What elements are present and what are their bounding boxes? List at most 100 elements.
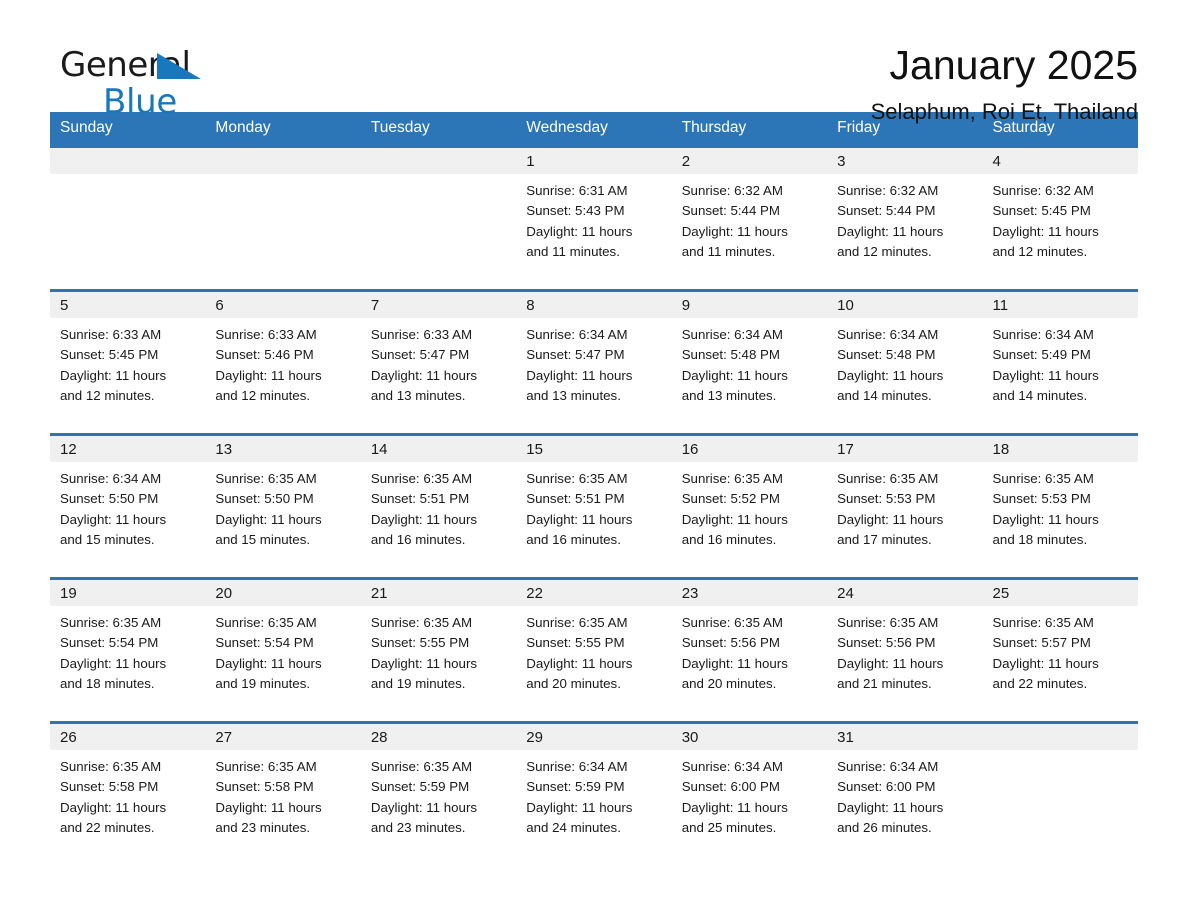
- daylight-duration-line1: Daylight: 11 hours: [526, 367, 633, 383]
- calendar-cell-day-6[interactable]: 6 Sunrise: 6:33 AM Sunset: 5:46 PM Daylight…: [205, 289, 361, 423]
- generalblue-logo[interactable]: General Blue: [60, 48, 201, 119]
- day-details: Sunrise: 6:34 AM Sunset: 5:50 PM Daylight:…: [50, 462, 205, 550]
- daylight-duration-line2: and 14 minutes.: [837, 387, 932, 403]
- day-number: 16: [671, 436, 828, 462]
- calendar-cell-day-15[interactable]: 15 Sunrise: 6:35 AM Sunset: 5:51 PM Dayligh…: [516, 433, 672, 567]
- day-cell: [50, 145, 206, 279]
- day-details: Sunrise: 6:35 AM Sunset: 5:56 PM Daylight:…: [827, 606, 982, 694]
- daylight-duration-line2: and 24 minutes.: [526, 819, 621, 835]
- daylight-duration-line1: Daylight: 11 hours: [215, 511, 322, 527]
- calendar-cell-day-22[interactable]: 22 Sunrise: 6:35 AM Sunset: 5:55 PM Dayligh…: [516, 577, 672, 711]
- daylight-duration-line1: Daylight: 11 hours: [215, 367, 322, 383]
- day-cell: 21 Sunrise: 6:35 AM Sunset: 5:55 PM Dayligh…: [360, 577, 517, 711]
- calendar-page: General Blue January 2025 Selaphum, Roi …: [0, 0, 1188, 918]
- calendar-cell-day-31[interactable]: 31 Sunrise: 6:34 AM Sunset: 6:00 PM Dayligh…: [827, 721, 983, 855]
- calendar-cell-day-8[interactable]: 8 Sunrise: 6:34 AM Sunset: 5:47 PM Daylight…: [516, 289, 672, 423]
- day-number: [50, 148, 206, 174]
- calendar-cell-day-13[interactable]: 13 Sunrise: 6:35 AM Sunset: 5:50 PM Dayligh…: [205, 433, 361, 567]
- sunset-time: Sunset: 5:58 PM: [215, 779, 314, 795]
- calendar-cell-day-26[interactable]: 26 Sunrise: 6:35 AM Sunset: 5:58 PM Dayligh…: [50, 721, 206, 855]
- sunrise-time: Sunrise: 6:35 AM: [370, 615, 473, 630]
- calendar-cell-day-21[interactable]: 21 Sunrise: 6:35 AM Sunset: 5:55 PM Dayligh…: [360, 577, 517, 711]
- calendar-cell-day-29[interactable]: 29 Sunrise: 6:34 AM Sunset: 5:59 PM Dayligh…: [516, 721, 672, 855]
- daylight-duration-line2: and 22 minutes.: [992, 675, 1088, 691]
- sunset-time: Sunset: 5:43 PM: [526, 203, 625, 219]
- day-details: Sunrise: 6:35 AM Sunset: 5:54 PM Daylight:…: [205, 606, 360, 694]
- calendar-cell-day-27[interactable]: 27 Sunrise: 6:35 AM Sunset: 5:58 PM Dayligh…: [205, 721, 361, 855]
- day-number: 7: [360, 292, 517, 318]
- daylight-duration-line1: Daylight: 11 hours: [992, 223, 1099, 239]
- daylight-duration-line1: Daylight: 11 hours: [526, 223, 633, 239]
- calendar-cell-day-5[interactable]: 5 Sunrise: 6:33 AM Sunset: 5:45 PM Daylight…: [50, 289, 206, 423]
- calendar-cell-day-2[interactable]: 2 Sunrise: 6:32 AM Sunset: 5:44 PM Daylight…: [671, 145, 828, 279]
- week-spacer: [50, 279, 1138, 289]
- calendar-cell-day-3[interactable]: 3 Sunrise: 6:32 AM Sunset: 5:44 PM Daylight…: [827, 145, 983, 279]
- sunset-time: Sunset: 5:56 PM: [837, 635, 936, 651]
- calendar-cell-day-25[interactable]: 25 Sunrise: 6:35 AM Sunset: 5:57 PM Dayligh…: [982, 577, 1138, 711]
- daylight-duration-line1: Daylight: 11 hours: [526, 655, 633, 671]
- calendar-cell-day-1[interactable]: 1 Sunrise: 6:31 AM Sunset: 5:43 PM Daylight…: [516, 145, 672, 279]
- calendar-cell-day-12[interactable]: 12 Sunrise: 6:34 AM Sunset: 5:50 PM Dayligh…: [50, 433, 206, 567]
- calendar-cell-day-14[interactable]: 14 Sunrise: 6:35 AM Sunset: 5:51 PM Dayligh…: [360, 433, 517, 567]
- calendar-cell-day-10[interactable]: 10 Sunrise: 6:34 AM Sunset: 5:48 PM Dayligh…: [827, 289, 983, 423]
- day-number: 24: [827, 580, 983, 606]
- daylight-duration-line1: Daylight: 11 hours: [837, 223, 944, 239]
- logo-text-general: General: [60, 48, 201, 84]
- sunset-time: Sunset: 5:59 PM: [526, 779, 625, 795]
- calendar-body: 1 Sunrise: 6:31 AM Sunset: 5:43 PM Daylight…: [50, 145, 1138, 855]
- sunset-time: Sunset: 5:49 PM: [992, 347, 1091, 363]
- day-number: [982, 724, 1138, 750]
- calendar-cell-day-9[interactable]: 9 Sunrise: 6:34 AM Sunset: 5:48 PM Daylight…: [671, 289, 828, 423]
- day-cell: [360, 145, 517, 279]
- day-details: Sunrise: 6:35 AM Sunset: 5:55 PM Daylight:…: [361, 606, 516, 694]
- calendar-cell-day-11[interactable]: 11 Sunrise: 6:34 AM Sunset: 5:49 PM Dayligh…: [982, 289, 1138, 423]
- day-number: [205, 148, 361, 174]
- daylight-duration-line2: and 21 minutes.: [837, 675, 932, 691]
- daylight-duration-line2: and 23 minutes.: [215, 819, 311, 835]
- day-number: 15: [516, 436, 672, 462]
- day-cell: 27 Sunrise: 6:35 AM Sunset: 5:58 PM Dayligh…: [205, 721, 361, 855]
- daylight-duration-line1: Daylight: 11 hours: [837, 367, 944, 383]
- day-cell: 7 Sunrise: 6:33 AM Sunset: 5:47 PM Daylight…: [360, 289, 517, 423]
- daylight-duration-line2: and 12 minutes.: [60, 387, 155, 403]
- calendar-cell-day-28[interactable]: 28 Sunrise: 6:35 AM Sunset: 5:59 PM Dayligh…: [360, 721, 517, 855]
- sunrise-time: Sunrise: 6:35 AM: [215, 615, 317, 630]
- calendar-cell-day-30[interactable]: 30 Sunrise: 6:34 AM Sunset: 6:00 PM Dayligh…: [671, 721, 828, 855]
- sunrise-time: Sunrise: 6:34 AM: [60, 471, 162, 486]
- daylight-duration-line2: and 15 minutes.: [60, 531, 155, 547]
- day-details: Sunrise: 6:34 AM Sunset: 6:00 PM Daylight:…: [672, 750, 827, 838]
- calendar-cell-day-19[interactable]: 19 Sunrise: 6:35 AM Sunset: 5:54 PM Dayligh…: [50, 577, 206, 711]
- day-cell: 19 Sunrise: 6:35 AM Sunset: 5:54 PM Dayligh…: [50, 577, 206, 711]
- day-details: [205, 174, 360, 181]
- calendar-cell-day-17[interactable]: 17 Sunrise: 6:35 AM Sunset: 5:53 PM Dayligh…: [827, 433, 983, 567]
- calendar-cell-day-7[interactable]: 7 Sunrise: 6:33 AM Sunset: 5:47 PM Daylight…: [360, 289, 517, 423]
- sunset-time: Sunset: 6:00 PM: [681, 779, 780, 795]
- page-header: General Blue January 2025 Selaphum, Roi …: [50, 0, 1138, 124]
- calendar-cell-day-23[interactable]: 23 Sunrise: 6:35 AM Sunset: 5:56 PM Dayligh…: [671, 577, 828, 711]
- daylight-duration-line2: and 25 minutes.: [681, 819, 777, 835]
- day-number: 6: [205, 292, 361, 318]
- day-number: 27: [205, 724, 361, 750]
- daylight-duration-line1: Daylight: 11 hours: [526, 511, 633, 527]
- day-number: 1: [516, 148, 672, 174]
- daylight-duration-line1: Daylight: 11 hours: [370, 367, 478, 383]
- calendar-week-row: 5 Sunrise: 6:33 AM Sunset: 5:45 PM Daylight…: [50, 289, 1138, 423]
- day-cell: 6 Sunrise: 6:33 AM Sunset: 5:46 PM Daylight…: [205, 289, 361, 423]
- calendar-cell-day-20[interactable]: 20 Sunrise: 6:35 AM Sunset: 5:54 PM Dayligh…: [205, 577, 361, 711]
- day-number: 31: [827, 724, 983, 750]
- day-details: Sunrise: 6:35 AM Sunset: 5:57 PM Daylight:…: [983, 606, 1138, 694]
- daylight-duration-line1: Daylight: 11 hours: [681, 367, 788, 383]
- calendar-cell-day-24[interactable]: 24 Sunrise: 6:35 AM Sunset: 5:56 PM Dayligh…: [827, 577, 983, 711]
- sunset-time: Sunset: 5:47 PM: [370, 347, 470, 363]
- calendar-cell-empty: [50, 145, 206, 279]
- sunrise-time: Sunrise: 6:35 AM: [370, 471, 473, 486]
- calendar-cell-day-16[interactable]: 16 Sunrise: 6:35 AM Sunset: 5:52 PM Dayligh…: [671, 433, 828, 567]
- daylight-duration-line1: Daylight: 11 hours: [370, 511, 478, 527]
- sunrise-time: Sunrise: 6:35 AM: [992, 471, 1094, 486]
- calendar-cell-day-4[interactable]: 4 Sunrise: 6:32 AM Sunset: 5:45 PM Daylight…: [982, 145, 1138, 279]
- sunset-time: Sunset: 5:54 PM: [215, 635, 314, 651]
- sunrise-time: Sunrise: 6:34 AM: [681, 327, 783, 342]
- sunrise-time: Sunrise: 6:35 AM: [215, 471, 317, 486]
- daylight-duration-line1: Daylight: 11 hours: [215, 655, 322, 671]
- calendar-cell-day-18[interactable]: 18 Sunrise: 6:35 AM Sunset: 5:53 PM Dayligh…: [982, 433, 1138, 567]
